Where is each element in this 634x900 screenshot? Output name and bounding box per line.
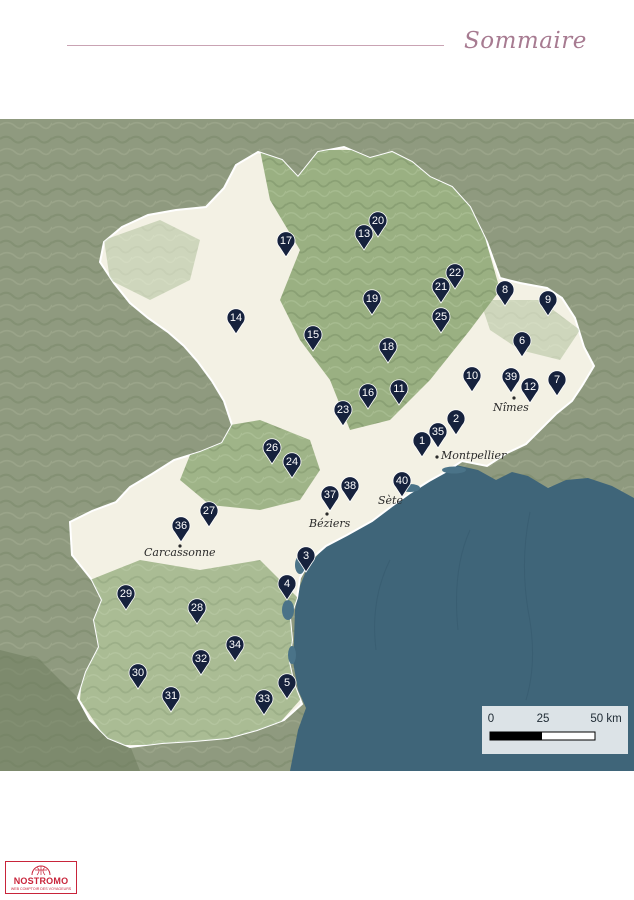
map-marker-label: 36 — [175, 520, 187, 532]
map-marker-label: 15 — [307, 329, 319, 341]
brand-name: NOSTROMO — [13, 876, 69, 886]
map-marker-label: 3 — [303, 550, 309, 562]
map-marker-label: 24 — [286, 456, 298, 468]
header-rule — [67, 45, 444, 46]
map-marker-label: 29 — [120, 588, 132, 600]
map-marker-label: 7 — [554, 374, 560, 386]
map-marker-label: 13 — [358, 228, 370, 240]
map-marker-label: 21 — [435, 281, 447, 293]
map-marker-label: 12 — [524, 381, 536, 393]
map-marker-label: 22 — [449, 267, 461, 279]
city-label-nimes: Nîmes — [492, 401, 529, 414]
map-marker-label: 18 — [382, 341, 394, 353]
map-marker-label: 8 — [502, 284, 508, 296]
map-marker-label: 23 — [337, 404, 349, 416]
map-marker-label: 33 — [258, 693, 270, 705]
region-map[interactable]: Montpellier Nîmes Sète Béziers Carcasson… — [0, 119, 634, 771]
map-marker-label: 1 — [419, 435, 425, 447]
map-marker-label: 35 — [432, 426, 444, 438]
map-marker-label: 27 — [203, 505, 215, 517]
map-marker-label: 4 — [284, 578, 290, 590]
scale-label-25: 25 — [537, 713, 550, 725]
map-marker-label: 5 — [284, 677, 290, 689]
brand-tagline: WEB COMPTOIR DES VOYAGEURS — [10, 887, 72, 891]
map-marker-label: 19 — [366, 293, 378, 305]
map-marker-label: 37 — [324, 489, 336, 501]
city-label-sete: Sète — [378, 494, 403, 507]
map-marker-label: 31 — [165, 690, 177, 702]
map-marker-label: 26 — [266, 442, 278, 454]
map-marker-label: 30 — [132, 667, 144, 679]
map-marker-label: 40 — [396, 475, 408, 487]
map-marker-label: 16 — [362, 387, 374, 399]
map-marker-label: 34 — [229, 639, 241, 651]
map-marker-label: 10 — [466, 370, 478, 382]
map-marker-label: 6 — [519, 335, 525, 347]
map-marker-label: 2 — [453, 413, 459, 425]
page-title: Sommaire — [464, 28, 587, 54]
map-marker-label: 25 — [435, 311, 447, 323]
map-marker-label: 14 — [230, 312, 242, 324]
city-label-carcassonne: Carcassonne — [144, 546, 216, 559]
city-label-montpellier: Montpellier — [440, 449, 507, 462]
scale-label-50: 50 km — [590, 713, 621, 725]
map-marker-label: 28 — [191, 602, 203, 614]
map-marker-label: 17 — [280, 235, 292, 247]
map-marker-label: 38 — [344, 480, 356, 492]
map-marker-label: 32 — [195, 653, 207, 665]
nostromo-logo: NOSTROMO WEB COMPTOIR DES VOYAGEURS — [5, 861, 77, 894]
map-marker-label: 20 — [372, 215, 384, 227]
map-marker-label: 11 — [393, 383, 404, 395]
globe-icon — [31, 865, 51, 876]
scale-bar: 0 25 50 km — [482, 706, 628, 754]
map-marker-label: 9 — [545, 294, 551, 306]
scale-label-0: 0 — [488, 713, 494, 725]
map-marker-label: 39 — [505, 371, 517, 383]
city-label-beziers: Béziers — [308, 517, 351, 530]
